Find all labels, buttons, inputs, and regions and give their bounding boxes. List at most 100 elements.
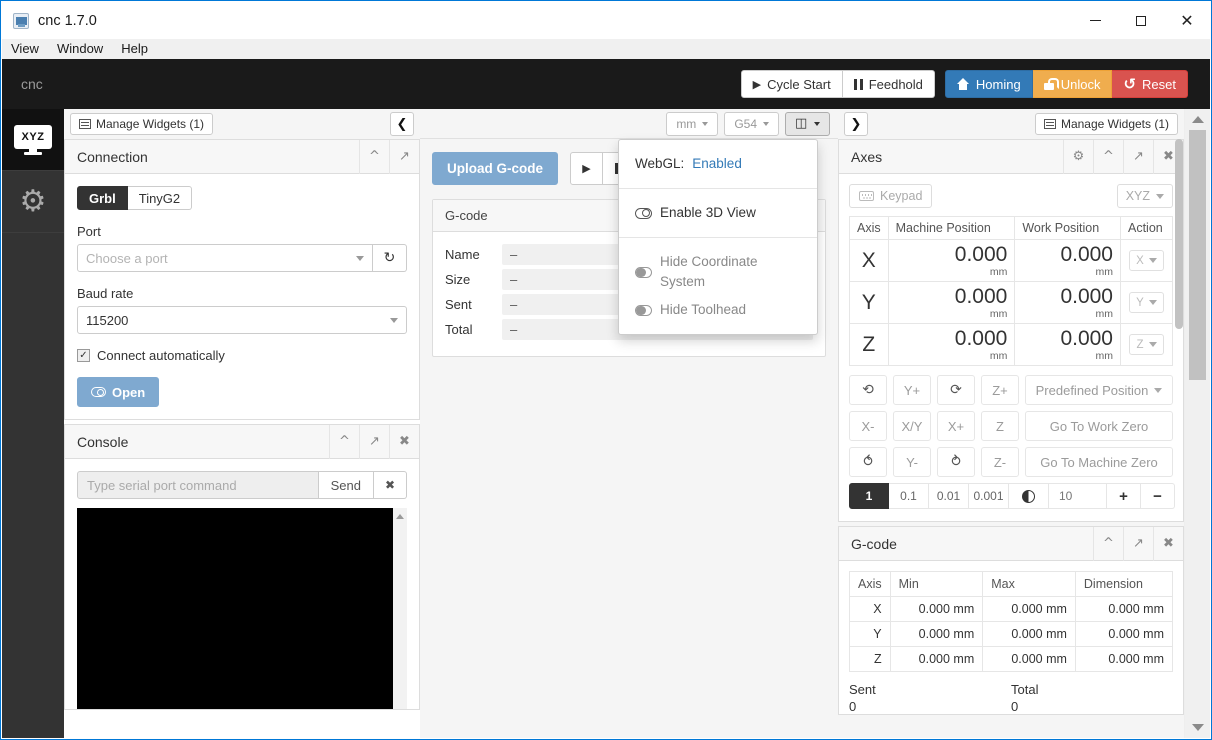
enable-3d-view-label: Enable 3D View bbox=[660, 205, 756, 220]
keypad-button[interactable]: Keypad bbox=[849, 184, 933, 208]
console-clear-button[interactable]: ✖ bbox=[373, 471, 407, 499]
connection-widget-header: Connection ^ ↗ bbox=[65, 139, 419, 174]
baud-rate-select[interactable]: 115200 bbox=[77, 306, 407, 334]
minimize-button[interactable] bbox=[1072, 2, 1118, 39]
work-position-z-value[interactable]: 0.000 bbox=[1015, 327, 1113, 351]
header-action: Action bbox=[1120, 216, 1173, 240]
contrast-button[interactable] bbox=[1009, 483, 1049, 509]
maximize-icon bbox=[1136, 15, 1146, 26]
step-0.001-button[interactable]: 0.001 bbox=[969, 483, 1009, 509]
view-options-dropdown[interactable]: ◫ bbox=[785, 111, 830, 136]
units-dropdown[interactable]: mm bbox=[666, 111, 719, 136]
wcs-dropdown[interactable]: G54 bbox=[724, 111, 779, 136]
work-position-x-value[interactable]: 0.000 bbox=[1015, 243, 1113, 267]
navbar: cnc Cycle Start Feedhold Homing bbox=[2, 59, 1210, 109]
jog-rotate-ccw-down-button[interactable]: ⥀ bbox=[849, 447, 887, 477]
step-0.1-button[interactable]: 0.1 bbox=[889, 483, 929, 509]
manage-widgets-left-button[interactable]: Manage Widgets (1) bbox=[70, 113, 214, 135]
scroll-up-icon[interactable] bbox=[1192, 116, 1204, 123]
refresh-ports-button[interactable]: ↻ bbox=[373, 244, 407, 272]
jog-rotate-cw-up-button[interactable]: ⟳ bbox=[937, 375, 975, 405]
run-button[interactable] bbox=[570, 152, 604, 185]
machine-position-y-value: 0.000 bbox=[954, 285, 1008, 308]
sidebar-item-settings[interactable]: ⚙ bbox=[2, 171, 64, 233]
scroll-up-icon bbox=[396, 514, 404, 519]
menu-item-hide-toolhead[interactable]: Hide Toolhead bbox=[619, 296, 817, 324]
jog-rotate-ccw-up-button[interactable]: ⟲ bbox=[849, 375, 887, 405]
axis-y-action-dropdown[interactable]: Y bbox=[1129, 292, 1164, 313]
page-scrollbar-thumb[interactable] bbox=[1189, 130, 1206, 380]
menu-item-enable-3d-view[interactable]: Enable 3D View bbox=[619, 199, 817, 227]
menu-view[interactable]: View bbox=[2, 39, 48, 59]
axes-collapse-button[interactable]: ^ bbox=[1093, 139, 1123, 174]
jog-z-button[interactable]: Z bbox=[981, 411, 1019, 441]
gcode-fullscreen-button[interactable]: ↗ bbox=[1123, 526, 1153, 561]
upload-gcode-button[interactable]: Upload G-code bbox=[432, 152, 559, 185]
gcode-collapse-button[interactable]: ^ bbox=[1093, 526, 1123, 561]
work-position-y-value[interactable]: 0.000 bbox=[1015, 285, 1113, 309]
menu-window[interactable]: Window bbox=[48, 39, 112, 59]
scroll-down-icon[interactable] bbox=[1192, 724, 1204, 731]
axis-x-action-dropdown[interactable]: X bbox=[1129, 250, 1164, 271]
menu-item-hide-coordinate-system[interactable]: Hide Coordinate System bbox=[619, 248, 817, 296]
reset-button[interactable]: Reset bbox=[1112, 70, 1188, 98]
menu-help[interactable]: Help bbox=[112, 39, 157, 59]
right-column-scrollbar[interactable] bbox=[1174, 139, 1184, 738]
console-send-button[interactable]: Send bbox=[318, 471, 374, 499]
reset-label: Reset bbox=[1142, 76, 1176, 92]
jog-y-plus-button[interactable]: Y+ bbox=[893, 375, 931, 405]
go-to-work-zero-button[interactable]: Go To Work Zero bbox=[1025, 411, 1173, 441]
connection-collapse-button[interactable]: ^ bbox=[359, 139, 389, 174]
expand-right-button[interactable]: ❯ bbox=[844, 112, 868, 136]
feedhold-button[interactable]: Feedhold bbox=[842, 70, 935, 98]
axes-settings-button[interactable]: ⚙ bbox=[1063, 139, 1093, 174]
feedrate-input[interactable]: 10 bbox=[1049, 483, 1107, 509]
machine-position-z: 0.000 mm bbox=[887, 323, 1016, 366]
cycle-start-button[interactable]: Cycle Start bbox=[740, 70, 843, 98]
right-column-scrollbar-thumb[interactable] bbox=[1175, 139, 1183, 329]
console-collapse-button[interactable]: ^ bbox=[329, 424, 359, 459]
axis-selector-dropdown[interactable]: XYZ bbox=[1116, 184, 1173, 208]
axis-z-action-dropdown[interactable]: Z bbox=[1129, 334, 1164, 355]
port-select[interactable]: Choose a port bbox=[77, 244, 373, 272]
maximize-button[interactable] bbox=[1118, 2, 1164, 39]
feedrate-increase-button[interactable]: + bbox=[1107, 483, 1141, 509]
console-terminal[interactable] bbox=[77, 508, 393, 709]
gcode-total-value: 0 bbox=[1011, 699, 1019, 714]
jog-z-plus-button[interactable]: Z+ bbox=[981, 375, 1019, 405]
console-scrollbar[interactable] bbox=[393, 508, 407, 709]
controller-tab-grbl[interactable]: Grbl bbox=[77, 186, 128, 210]
autoconnect-checkbox[interactable]: ✓ bbox=[77, 349, 90, 362]
brand-logo[interactable]: cnc bbox=[2, 76, 66, 92]
close-button[interactable]: ✕ bbox=[1164, 2, 1210, 39]
jog-y-minus-button[interactable]: Y- bbox=[893, 447, 931, 477]
manage-widgets-right-button[interactable]: Manage Widgets (1) bbox=[1034, 113, 1178, 135]
jog-x-minus-button[interactable]: X- bbox=[849, 411, 887, 441]
page-scrollbar[interactable] bbox=[1184, 109, 1210, 738]
jog-xy-button[interactable]: X/Y bbox=[893, 411, 931, 441]
controller-tab-tinyg2[interactable]: TinyG2 bbox=[127, 186, 193, 210]
jog-z-minus-button[interactable]: Z- bbox=[981, 447, 1019, 477]
chevron-right-icon: ❯ bbox=[850, 116, 862, 132]
jog-rotate-cw-down-button[interactable]: ⥁ bbox=[937, 447, 975, 477]
axes-fullscreen-button[interactable]: ↗ bbox=[1123, 139, 1153, 174]
connection-fullscreen-button[interactable]: ↗ bbox=[389, 139, 419, 174]
collapse-left-button[interactable]: ❮ bbox=[390, 112, 414, 136]
step-1-button[interactable]: 1 bbox=[849, 483, 889, 509]
feedrate-decrease-button[interactable]: − bbox=[1141, 483, 1175, 509]
homing-button[interactable]: Homing bbox=[944, 70, 1033, 98]
autoconnect-row[interactable]: ✓ Connect automatically bbox=[77, 348, 407, 363]
unlock-button[interactable]: Unlock bbox=[1032, 70, 1113, 98]
console-close-button[interactable]: ✖ bbox=[389, 424, 419, 459]
axis-label-x: X bbox=[849, 239, 889, 282]
gcode-total-label: Total bbox=[445, 322, 473, 337]
sidebar-item-workspace[interactable]: XYZ bbox=[2, 109, 64, 171]
manage-widgets-left-label: Manage Widgets (1) bbox=[96, 117, 205, 131]
go-to-machine-zero-button[interactable]: Go To Machine Zero bbox=[1025, 447, 1173, 477]
console-fullscreen-button[interactable]: ↗ bbox=[359, 424, 389, 459]
step-0.01-button[interactable]: 0.01 bbox=[929, 483, 969, 509]
open-port-button[interactable]: Open bbox=[77, 377, 160, 407]
console-input[interactable]: Type serial port command bbox=[77, 471, 319, 499]
predefined-position-dropdown[interactable]: Predefined Position bbox=[1025, 375, 1173, 405]
jog-x-plus-button[interactable]: X+ bbox=[937, 411, 975, 441]
